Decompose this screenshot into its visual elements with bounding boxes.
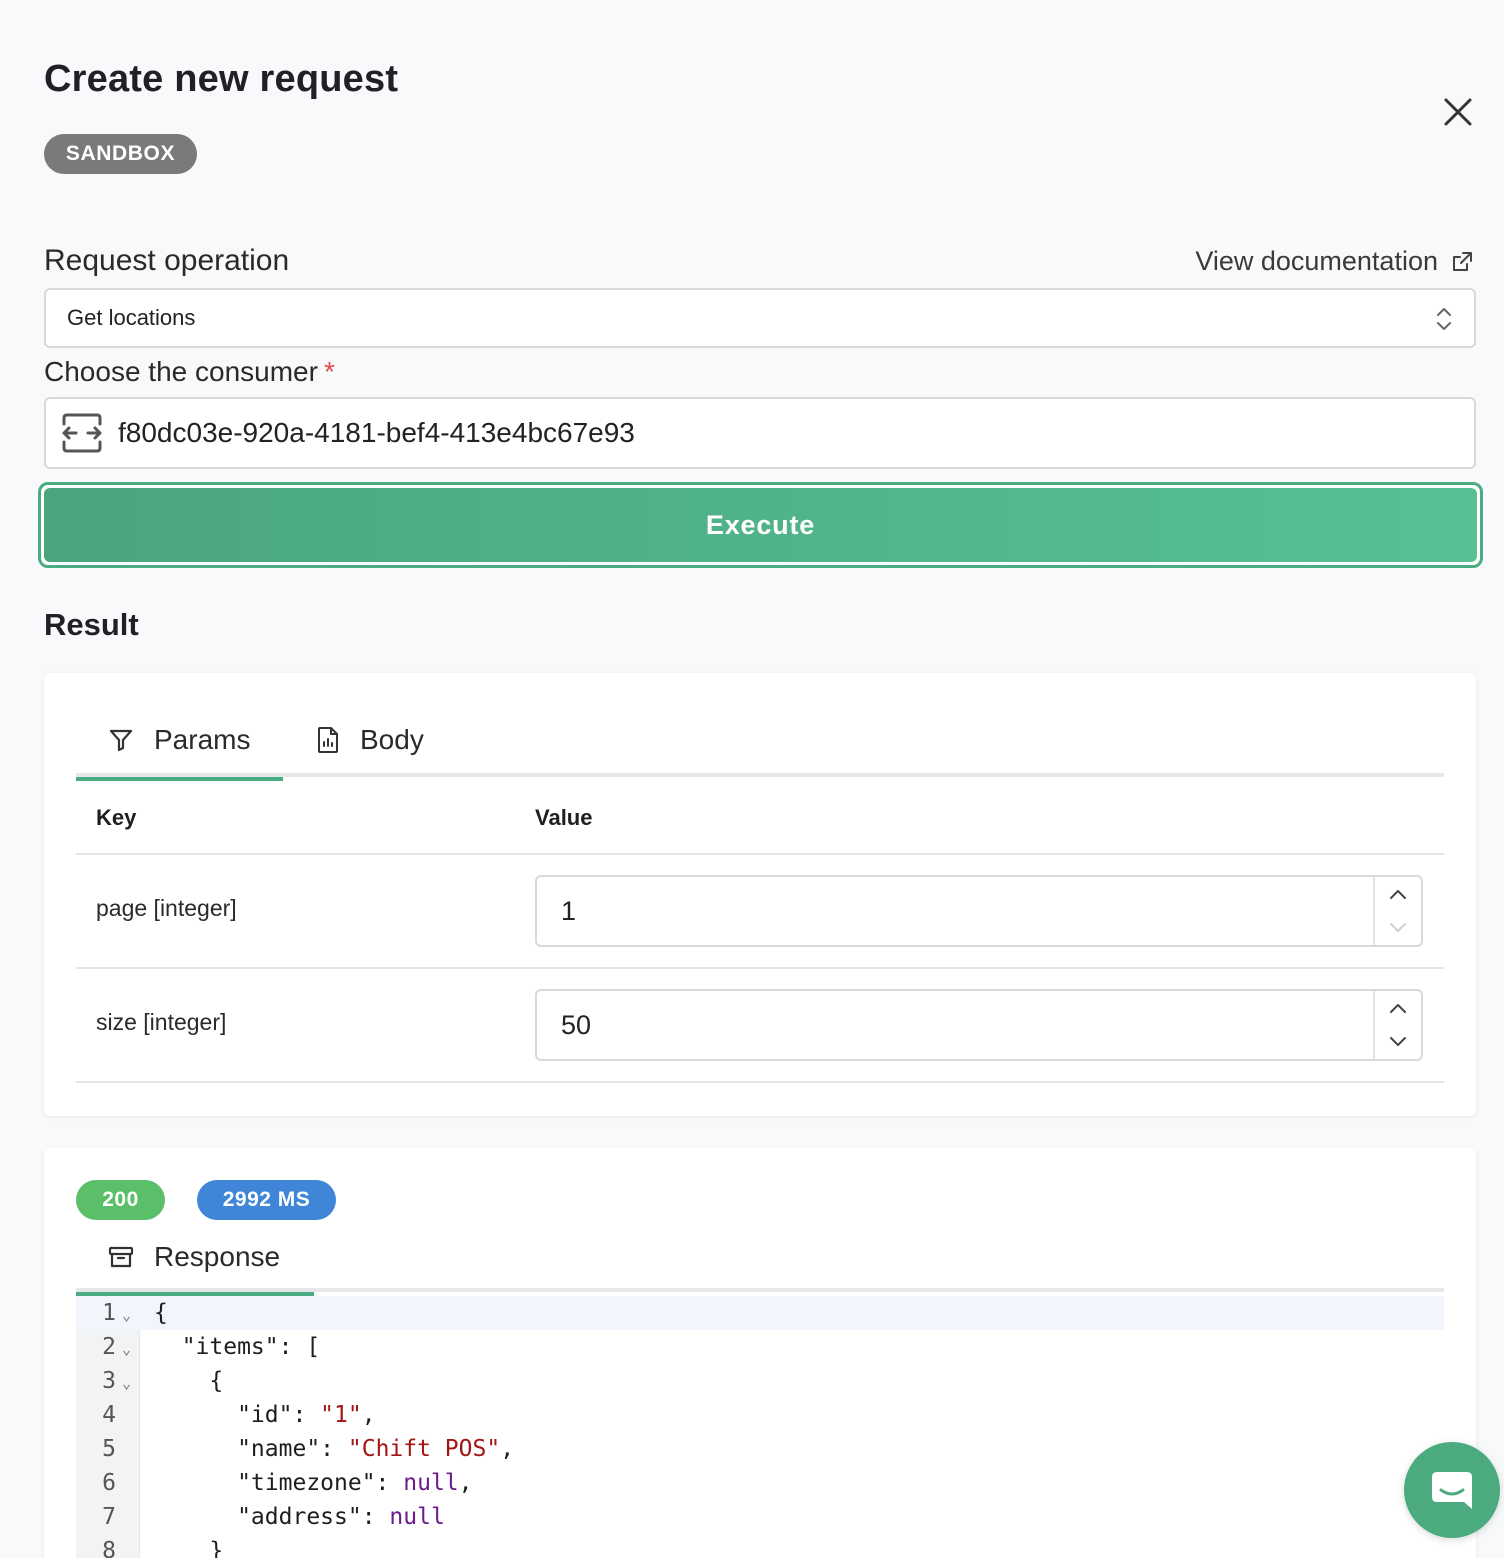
tab-response-label: Response	[154, 1241, 281, 1272]
line-number: 8	[102, 1538, 116, 1558]
line-number: 6	[102, 1470, 116, 1496]
code-line: 5 "name": "Chift POS",	[76, 1432, 1444, 1466]
increment-button[interactable]	[1375, 991, 1421, 1025]
size-input-value: 50	[561, 1010, 592, 1040]
request-modal: Create new request SANDBOX Request opera…	[0, 0, 1504, 1558]
fold-chevron-icon[interactable]: ⌄	[122, 1366, 131, 1400]
code-text: "timezone": null,	[154, 1470, 473, 1496]
external-link-icon	[1453, 251, 1472, 271]
operation-label: Request operation	[44, 244, 290, 277]
params-table-header: Key Value	[76, 777, 1444, 855]
tab-params-label: Params	[154, 724, 251, 755]
code-text: "address": null	[154, 1504, 445, 1530]
decrement-button[interactable]	[1375, 1025, 1421, 1059]
consumer-field-value: f80dc03e-920a-4181-bef4-413e4bc67e93	[118, 417, 635, 448]
page-number-input[interactable]: 1	[535, 875, 1423, 947]
document-icon	[318, 727, 338, 753]
code-text: {	[154, 1368, 224, 1394]
page-stepper	[1373, 877, 1421, 945]
table-row: size [integer] 50	[76, 969, 1444, 1083]
swap-arrows-icon	[62, 413, 102, 453]
line-number: 7	[102, 1504, 116, 1530]
duration-badge: 2992 MS	[197, 1180, 336, 1220]
code-text: "id": "1",	[154, 1402, 376, 1428]
chat-bubble-icon	[1432, 1472, 1472, 1509]
code-line: 7 "address": null	[76, 1500, 1444, 1534]
line-number: 4	[102, 1402, 116, 1428]
close-button[interactable]	[1438, 92, 1478, 132]
code-line: 1 ⌄ {	[76, 1296, 1444, 1330]
code-text: {	[154, 1300, 168, 1326]
filter-icon	[109, 729, 133, 752]
operation-select-value: Get locations	[67, 305, 196, 330]
tab-response[interactable]: Response	[76, 1222, 314, 1296]
environment-badge: SANDBOX	[44, 134, 197, 174]
chevron-down-icon	[1390, 923, 1406, 932]
response-card: 200 2992 MS Response 1 ⌄{2 ⌄ "items": [3 ⌄ …	[44, 1148, 1476, 1558]
param-key: page [integer]	[96, 895, 237, 921]
execute-button[interactable]: Execute	[38, 482, 1483, 568]
archive-box-icon	[108, 1246, 134, 1268]
consumer-label: Choose the consumer *	[44, 356, 335, 388]
size-stepper	[1373, 991, 1421, 1059]
fold-chevron-icon[interactable]: ⌄	[122, 1298, 131, 1332]
line-number: 1	[102, 1300, 116, 1326]
chevron-up-icon	[1390, 1004, 1406, 1013]
code-line: 6 "timezone": null,	[76, 1466, 1444, 1500]
params-card: Params Body Key Value page [integer] 1 s…	[44, 673, 1476, 1116]
response-tabs: Response	[76, 1222, 1444, 1296]
operation-select[interactable]: Get locations	[44, 288, 1476, 348]
tab-body-label: Body	[360, 724, 424, 755]
consumer-field[interactable]: f80dc03e-920a-4181-bef4-413e4bc67e93	[44, 397, 1476, 469]
value-column-header: Value	[535, 805, 593, 830]
chat-widget-button[interactable]	[1404, 1442, 1500, 1538]
response-badges: 200 2992 MS	[76, 1180, 336, 1220]
code-text: "items": [	[154, 1334, 321, 1360]
line-number: 3	[102, 1368, 116, 1394]
chevron-down-icon	[1390, 1037, 1406, 1046]
size-number-input[interactable]: 50	[535, 989, 1423, 1061]
close-icon[interactable]	[1438, 92, 1478, 132]
required-asterisk: *	[323, 356, 335, 387]
status-badge: 200	[76, 1180, 165, 1220]
page-input-value: 1	[561, 896, 577, 926]
result-title: Result	[44, 607, 139, 642]
response-code-editor[interactable]: 1 ⌄{2 ⌄ "items": [3 ⌄ {4 "id": "1", 5 "name"…	[76, 1296, 1444, 1558]
code-line: 3 ⌄ {	[76, 1364, 1444, 1398]
execute-button-label[interactable]: Execute	[44, 488, 1477, 562]
code-text: "name": "Chift POS",	[154, 1436, 515, 1462]
result-tabs: Params Body	[76, 703, 1444, 781]
consumer-label-text: Choose the consumer	[44, 356, 318, 387]
tab-params[interactable]: Params	[76, 703, 283, 781]
code-text: }	[154, 1538, 224, 1558]
code-line: 4 "id": "1",	[76, 1398, 1444, 1432]
code-line: 2 ⌄ "items": [	[76, 1330, 1444, 1364]
decrement-button[interactable]	[1375, 911, 1421, 945]
line-number: 5	[102, 1436, 116, 1462]
key-column-header: Key	[96, 805, 137, 830]
chevron-up-icon	[1390, 890, 1406, 899]
chevron-up-down-icon	[1437, 308, 1451, 330]
code-line: 8 }	[76, 1534, 1444, 1558]
increment-button[interactable]	[1375, 877, 1421, 911]
line-number: 2	[102, 1334, 116, 1360]
fold-chevron-icon[interactable]: ⌄	[122, 1332, 131, 1366]
page-title: Create new request	[44, 58, 399, 100]
view-documentation-link[interactable]: View documentation	[1195, 246, 1474, 277]
view-documentation-text[interactable]: View documentation	[1195, 246, 1438, 277]
tab-body[interactable]: Body	[316, 703, 424, 777]
param-key: size [integer]	[96, 1009, 227, 1035]
table-row: page [integer] 1	[76, 855, 1444, 969]
